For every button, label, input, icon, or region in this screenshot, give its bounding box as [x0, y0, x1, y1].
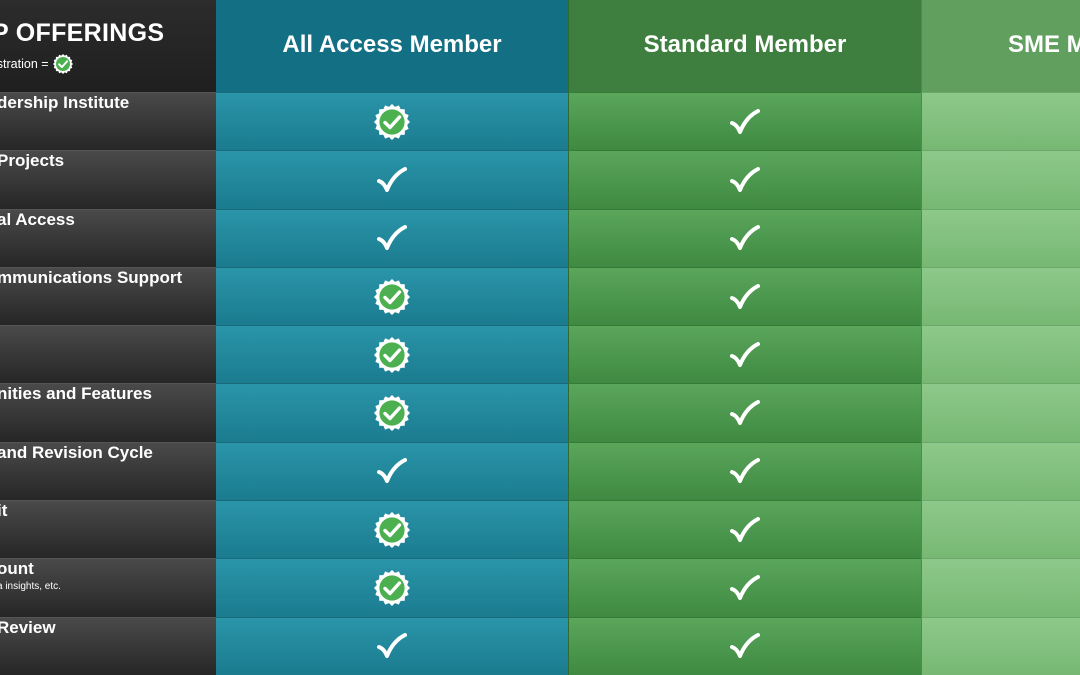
- row-label: nities and Features: [0, 383, 216, 442]
- verified-badge-icon: [374, 395, 410, 432]
- checkmark-icon: [730, 166, 760, 193]
- cell-standard: [568, 266, 921, 326]
- checkmark-icon: [730, 225, 760, 251]
- column-header-standard: Standard Member: [568, 0, 921, 92]
- cell-sme: [921, 266, 1080, 326]
- verified-badge-icon: [52, 53, 73, 74]
- row-label: Projects: [0, 150, 216, 209]
- checkmark-icon: [730, 283, 760, 310]
- membership-comparison-table: P OFFERINGS istration = All Access Membe…: [0, 0, 1080, 675]
- checkmark-icon: [730, 400, 760, 426]
- cell-standard: [568, 616, 921, 675]
- row-label: Review: [0, 616, 216, 675]
- checkmark-icon: [377, 458, 407, 484]
- cell-standard: [568, 150, 921, 209]
- row-label: mmunications Support: [0, 266, 216, 326]
- cell-all-access: [216, 441, 568, 501]
- column-header-sme: SME M: [921, 0, 1080, 92]
- cell-all-access: [216, 150, 568, 209]
- verified-badge-icon: [374, 570, 410, 607]
- cell-standard: [568, 383, 921, 442]
- row-label-text: Review: [0, 617, 56, 637]
- row-label-note: a insights, etc.: [0, 581, 61, 593]
- checkmark-icon: [730, 633, 760, 659]
- verified-badge-icon: [374, 103, 410, 140]
- row-label-text: al Access: [0, 209, 75, 229]
- row-label-text: dership Institute: [0, 93, 130, 112]
- row-label-text: nities and Features: [0, 384, 152, 404]
- checkmark-icon: [730, 108, 760, 135]
- cell-sme: [921, 383, 1080, 442]
- cell-all-access: [216, 208, 568, 267]
- cell-sme: [921, 500, 1080, 559]
- cell-sme: [921, 616, 1080, 675]
- cell-standard: [568, 92, 921, 151]
- row-label-text: mmunications Support: [0, 267, 183, 287]
- legend-text: istration =: [0, 56, 49, 71]
- cell-all-access: [216, 266, 568, 326]
- offerings-title: P OFFERINGS: [0, 18, 165, 47]
- checkmark-icon: [730, 458, 760, 484]
- cell-all-access: [216, 383, 568, 442]
- cell-all-access: [216, 325, 568, 384]
- row-label-text: and Revision Cycle: [0, 442, 153, 462]
- column-header-all-access: All Access Member: [216, 0, 568, 92]
- row-label-text: ount: [0, 559, 34, 579]
- cell-sme: [921, 150, 1080, 209]
- row-label: al Access: [0, 208, 216, 267]
- verified-badge-icon: [374, 278, 410, 315]
- row-label: it: [0, 500, 216, 559]
- checkmark-icon: [377, 225, 407, 251]
- checkmark-icon: [377, 633, 407, 659]
- cell-all-access: [216, 558, 568, 617]
- cell-standard: [568, 500, 921, 559]
- checkmark-icon: [730, 341, 760, 368]
- cell-all-access: [216, 500, 568, 559]
- cell-sme: [921, 208, 1080, 267]
- cell-standard: [568, 208, 921, 267]
- cell-sme: [921, 92, 1080, 151]
- row-label: dership Institute: [0, 92, 216, 151]
- row-label: [0, 325, 216, 384]
- legend-subtitle: istration =: [0, 53, 73, 74]
- cell-all-access: [216, 92, 568, 151]
- row-label: and Revision Cycle: [0, 441, 216, 501]
- cell-standard: [568, 441, 921, 501]
- cell-sme: [921, 441, 1080, 501]
- cell-all-access: [216, 616, 568, 675]
- cell-standard: [568, 325, 921, 384]
- row-label: ount a insights, etc.: [0, 558, 216, 617]
- verified-badge-icon: [374, 511, 410, 548]
- checkmark-icon: [730, 575, 760, 601]
- row-label-text: it: [0, 501, 8, 521]
- checkmark-icon: [730, 516, 760, 543]
- row-label-text: Projects: [0, 151, 65, 171]
- checkmark-icon: [377, 166, 407, 193]
- cell-sme: [921, 325, 1080, 384]
- cell-standard: [568, 558, 921, 617]
- offerings-header: P OFFERINGS istration =: [0, 0, 216, 92]
- cell-sme: [921, 558, 1080, 617]
- verified-badge-icon: [374, 336, 410, 373]
